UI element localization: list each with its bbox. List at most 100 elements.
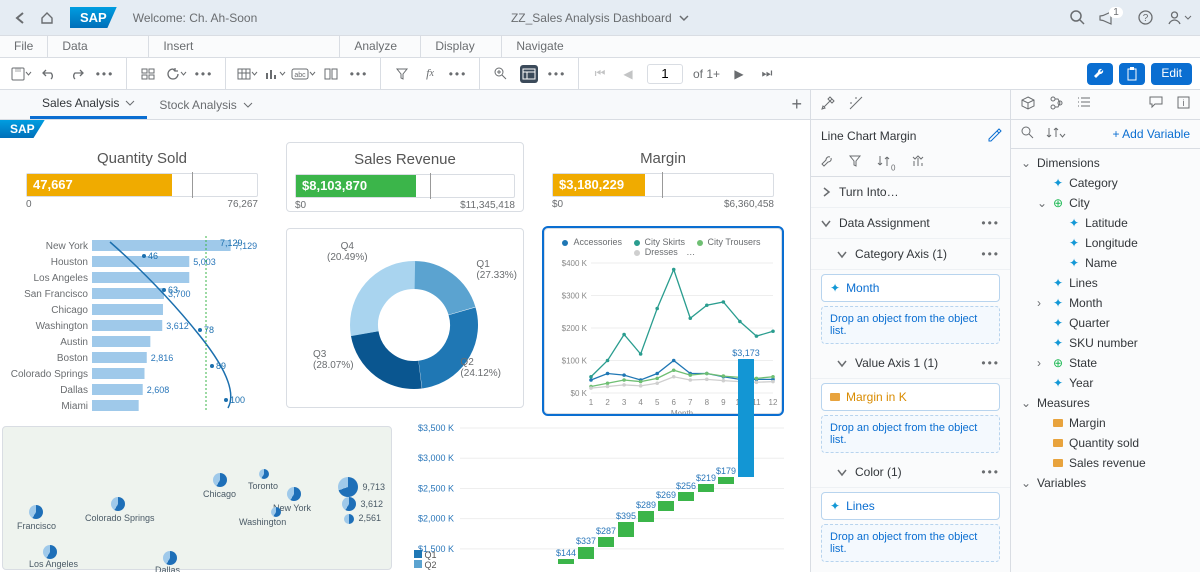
more-display-icon[interactable]: ••• xyxy=(548,65,566,83)
value-axis-row[interactable]: Value Axis 1 (1) ••• xyxy=(811,348,1010,379)
tab-sales-analysis[interactable]: Sales Analysis xyxy=(30,90,147,119)
last-page-icon[interactable]: ⏭ xyxy=(758,65,776,83)
edit-button[interactable]: Edit xyxy=(1151,63,1192,85)
build-icon[interactable] xyxy=(821,96,835,113)
objects-cube-icon[interactable] xyxy=(1021,96,1035,113)
tree-measures-header[interactable]: ⌄Measures xyxy=(1011,393,1200,413)
add-variable-button[interactable]: + Add Variable xyxy=(1112,127,1190,141)
clipboard-icon[interactable] xyxy=(1119,63,1145,85)
tree-variables-header[interactable]: ⌄Variables xyxy=(1011,473,1200,493)
drop-zone-color[interactable]: Drop an object from the object list. xyxy=(821,524,1000,562)
search-icon[interactable] xyxy=(1064,5,1090,31)
prev-page-icon[interactable]: ◀ xyxy=(619,65,637,83)
tile-map[interactable]: Chicago Toronto New York Washington Colo… xyxy=(2,426,392,570)
tab-stock-analysis[interactable]: Stock Analysis xyxy=(147,92,264,118)
objects-info-icon[interactable]: i xyxy=(1177,96,1190,113)
back-icon[interactable] xyxy=(8,5,34,31)
more-icon[interactable]: ••• xyxy=(981,356,1000,370)
wrench-icon[interactable] xyxy=(1087,63,1113,85)
tree-item-name[interactable]: ✦Name xyxy=(1011,253,1200,273)
panel-rank-icon[interactable] xyxy=(911,155,925,172)
refresh-icon[interactable] xyxy=(167,65,185,83)
tree-measure-sales-revenue[interactable]: Sales revenue xyxy=(1011,453,1200,473)
tree-search-icon[interactable] xyxy=(1021,126,1034,142)
tree-item-city[interactable]: ⌄⊕City xyxy=(1011,193,1200,213)
panel-wrench-icon[interactable] xyxy=(821,155,833,172)
filter-icon[interactable] xyxy=(393,65,411,83)
chart-icon[interactable] xyxy=(266,65,284,83)
undo-icon[interactable] xyxy=(40,65,58,83)
text-icon[interactable]: abc xyxy=(294,65,312,83)
tree-dimensions-header[interactable]: ⌄Dimensions xyxy=(1011,153,1200,173)
drop-zone-category[interactable]: Drop an object from the object list. xyxy=(821,306,1000,344)
magic-icon[interactable] xyxy=(849,96,863,113)
svg-text:$100 K: $100 K xyxy=(562,357,588,366)
chip-margin[interactable]: Margin in K xyxy=(821,383,1000,411)
more-icon[interactable]: ••• xyxy=(981,247,1000,261)
redo-icon[interactable] xyxy=(68,65,86,83)
turn-into-row[interactable]: Turn Into… xyxy=(811,177,1010,208)
help-icon[interactable]: ? xyxy=(1132,5,1158,31)
tree-item-longitude[interactable]: ✦Longitude xyxy=(1011,233,1200,253)
formula-icon[interactable]: fx xyxy=(421,65,439,83)
more-icon[interactable]: ••• xyxy=(981,465,1000,479)
tree-item-category[interactable]: ✦Category xyxy=(1011,173,1200,193)
menu-file[interactable]: File xyxy=(0,36,47,57)
menu-data[interactable]: Data xyxy=(48,36,148,57)
chip-month[interactable]: ✦Month xyxy=(821,274,1000,302)
zoom-icon[interactable] xyxy=(492,65,510,83)
more-data-icon[interactable]: ••• xyxy=(195,65,213,83)
save-icon[interactable] xyxy=(12,65,30,83)
tree-item-lines[interactable]: ✦Lines xyxy=(1011,273,1200,293)
tree-item-sku-number[interactable]: ✦SKU number xyxy=(1011,333,1200,353)
value-axis-label: Value Axis 1 (1) xyxy=(855,356,938,370)
layout-icon[interactable] xyxy=(520,65,538,83)
category-axis-row[interactable]: Category Axis (1) ••• xyxy=(811,239,1010,270)
color-row[interactable]: Color (1) ••• xyxy=(811,457,1010,488)
tile-sales-revenue[interactable]: Sales Revenue $8,103,870 $0$11,345,418 xyxy=(286,142,524,212)
tab-label: Stock Analysis xyxy=(159,98,236,112)
objects-comment-icon[interactable] xyxy=(1149,96,1163,113)
tree-item-year[interactable]: ✦Year xyxy=(1011,373,1200,393)
more-file-icon[interactable]: ••• xyxy=(96,65,114,83)
tile-donut[interactable]: Q4(20.49%) Q1(27.33%) Q2(24.12%) Q3(28.0… xyxy=(286,228,524,408)
section-icon[interactable] xyxy=(322,65,340,83)
add-tab-button[interactable]: + xyxy=(791,94,802,115)
menu-analyze[interactable]: Analyze xyxy=(340,36,420,57)
menu-navigate[interactable]: Navigate xyxy=(502,36,577,57)
panel-filter-icon[interactable] xyxy=(849,155,861,172)
tree-measure-quantity-sold[interactable]: Quantity sold xyxy=(1011,433,1200,453)
tile-quantity-sold[interactable]: Quantity Sold 47,667 076,267 xyxy=(18,142,266,212)
page-input[interactable] xyxy=(647,64,683,84)
tile-margin[interactable]: Margin $3,180,229 $0$6,360,458 xyxy=(544,142,782,212)
tile-city-bars[interactable]: New York7,129Houston5,003Los AngelesSan … xyxy=(10,236,260,419)
tree-measure-margin[interactable]: Margin xyxy=(1011,413,1200,433)
menu-display[interactable]: Display xyxy=(421,36,501,57)
rename-icon[interactable] xyxy=(988,128,1000,143)
tree-sort-icon[interactable] xyxy=(1046,126,1066,142)
tree-item-quarter[interactable]: ✦Quarter xyxy=(1011,313,1200,333)
objects-hier-icon[interactable] xyxy=(1049,96,1063,113)
tree-item-state[interactable]: ›⊕State xyxy=(1011,353,1200,373)
data-assignment-row[interactable]: Data Assignment ••• xyxy=(811,208,1010,239)
more-icon[interactable]: ••• xyxy=(981,216,1000,230)
announce-icon[interactable]: 1 xyxy=(1098,5,1124,31)
menu-insert[interactable]: Insert xyxy=(149,36,339,57)
objects-list-icon[interactable] xyxy=(1077,96,1091,113)
home-icon[interactable] xyxy=(34,5,60,31)
tree-item-month[interactable]: ›✦Month xyxy=(1011,293,1200,313)
drop-zone-value[interactable]: Drop an object from the object list. xyxy=(821,415,1000,453)
tile-green-bars[interactable]: $3,500 K$3,000 K$2,500 K$2,000 K$1,500 K… xyxy=(408,424,788,570)
user-icon[interactable] xyxy=(1166,5,1192,31)
data-icon[interactable] xyxy=(139,65,157,83)
svg-text:1: 1 xyxy=(589,398,594,407)
chip-lines[interactable]: ✦Lines xyxy=(821,492,1000,520)
more-analyze-icon[interactable]: ••• xyxy=(449,65,467,83)
tree-item-latitude[interactable]: ✦Latitude xyxy=(1011,213,1200,233)
first-page-icon[interactable]: ⏮ xyxy=(591,65,609,83)
table-icon[interactable] xyxy=(238,65,256,83)
dashboard-title[interactable]: ZZ_Sales Analysis Dashboard xyxy=(511,11,689,25)
more-insert-icon[interactable]: ••• xyxy=(350,65,368,83)
panel-sort-icon[interactable]: 0 xyxy=(877,155,895,172)
next-page-icon[interactable]: ▶ xyxy=(730,65,748,83)
